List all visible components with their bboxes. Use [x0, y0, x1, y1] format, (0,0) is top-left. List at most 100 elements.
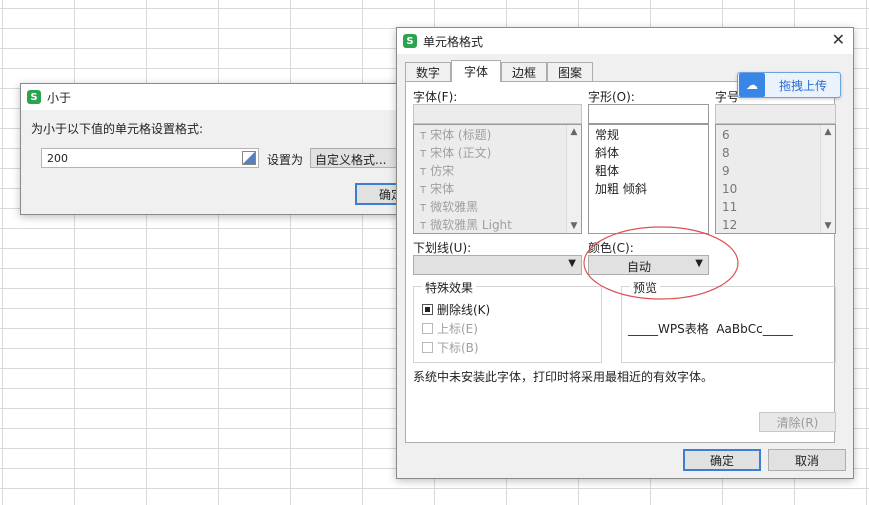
clear-button-label: 清除(R) — [776, 415, 819, 430]
format-select-value: 自定义格式... — [315, 153, 387, 167]
list-item[interactable]: 11 — [716, 198, 835, 216]
scroll-up-icon[interactable]: ▲ — [821, 125, 835, 139]
truetype-font-icon: T — [420, 131, 427, 142]
format-cells-titlebar[interactable]: S 单元格格式 ✕ — [397, 28, 853, 54]
clear-button[interactable]: 清除(R) — [759, 412, 836, 432]
annotation-ellipse-shape — [583, 226, 739, 300]
font-label: 字体(F): — [413, 90, 458, 104]
less-than-dialog: S 小于 为小于以下值的单元格设置格式: 200 设置为 自定义格式... 确定 — [20, 83, 422, 215]
style-item-label: 加粗 倾斜 — [595, 182, 647, 196]
list-item[interactable]: 8 — [716, 144, 835, 162]
list-item[interactable]: T 宋体 (正文) — [414, 144, 581, 162]
strikethrough-checkbox[interactable]: 删除线(K) — [422, 301, 490, 318]
style-item-label: 常规 — [595, 128, 620, 142]
size-item-label: 6 — [722, 128, 730, 142]
underline-label: 下划线(U): — [413, 241, 472, 255]
effects-group-title: 特殊效果 — [422, 279, 477, 296]
font-size-input[interactable] — [715, 104, 836, 124]
size-item-label: 11 — [722, 200, 738, 214]
font-item-label: 微软雅黑 — [430, 200, 479, 214]
wps-app-icon: S — [403, 34, 417, 48]
size-list-scrollbar[interactable]: ▲ ▼ — [820, 125, 835, 233]
cancel-button[interactable]: 取消 — [768, 449, 846, 471]
wps-app-icon: S — [27, 90, 41, 104]
list-item[interactable]: 加粗 倾斜 — [589, 180, 708, 198]
font-size-label: 字号 — [715, 90, 740, 104]
scroll-down-icon[interactable]: ▼ — [567, 219, 581, 233]
tab-pattern[interactable]: 图案 — [547, 62, 593, 82]
close-icon[interactable]: ✕ — [832, 32, 845, 48]
checkbox-box[interactable] — [422, 323, 433, 334]
size-item-label: 8 — [722, 146, 730, 160]
value-input-text: 200 — [47, 152, 68, 165]
annotation-ellipse — [583, 226, 739, 300]
tab-number[interactable]: 数字 — [405, 62, 451, 82]
less-than-dialog-titlebar[interactable]: S 小于 — [21, 84, 421, 110]
truetype-font-icon: T — [420, 221, 427, 232]
cancel-button-label: 取消 — [794, 453, 819, 468]
list-item[interactable]: 6 — [716, 126, 835, 144]
font-item-label: 宋体 — [430, 182, 455, 196]
format-cells-title: 单元格格式 — [423, 34, 484, 49]
format-cells-dialog: S 单元格格式 ✕ 数字 字体 边框 图案 ☁ 拖拽上传 字体(F): 字形(O… — [396, 27, 854, 479]
tab-border-label: 边框 — [511, 66, 536, 80]
subscript-checkbox[interactable]: 下标(B) — [422, 339, 479, 356]
chevron-down-icon: ▼ — [568, 258, 576, 269]
font-item-label: 宋体 (标题) — [430, 128, 492, 142]
font-list-scrollbar[interactable]: ▲ ▼ — [566, 125, 581, 233]
superscript-label: 上标(E) — [437, 322, 478, 336]
strikethrough-label: 删除线(K) — [437, 303, 491, 317]
list-item[interactable]: 9 — [716, 162, 835, 180]
cloud-upload-icon: ☁ — [739, 73, 765, 97]
truetype-font-icon: T — [420, 185, 427, 196]
superscript-checkbox[interactable]: 上标(E) — [422, 320, 478, 337]
style-item-label: 粗体 — [595, 164, 620, 178]
font-list[interactable]: T 宋体 (标题) T 宋体 (正文) T 仿宋 T 宋体 T 微软雅黑 T 微软雅黑 Li… — [413, 124, 582, 234]
effects-group: 特殊效果 删除线(K) 上标(E) 下标(B) — [413, 279, 602, 363]
list-item[interactable]: T 宋体 (标题) — [414, 126, 581, 144]
list-item[interactable]: T 宋体 — [414, 180, 581, 198]
font-style-list[interactable]: 常规 斜体 粗体 加粗 倾斜 — [588, 124, 709, 234]
range-select-icon[interactable] — [242, 151, 256, 165]
style-item-label: 斜体 — [595, 146, 620, 160]
truetype-font-icon: T — [420, 167, 427, 178]
set-as-label: 设置为 — [267, 153, 304, 167]
underline-select[interactable]: ▼ — [413, 255, 582, 275]
list-item[interactable]: 粗体 — [589, 162, 708, 180]
subscript-label: 下标(B) — [437, 341, 479, 355]
font-item-label: 宋体 (正文) — [430, 146, 492, 160]
less-than-prompt: 为小于以下值的单元格设置格式: — [31, 122, 204, 136]
truetype-font-icon: T — [420, 149, 427, 160]
ok-button-label: 确定 — [709, 453, 734, 468]
list-item[interactable]: T 微软雅黑 — [414, 198, 581, 216]
scroll-down-icon[interactable]: ▼ — [821, 219, 835, 233]
ok-button[interactable]: 确定 — [683, 449, 761, 471]
size-item-label: 9 — [722, 164, 730, 178]
font-style-input[interactable] — [588, 104, 709, 124]
font-style-label: 字形(O): — [588, 90, 635, 104]
list-item[interactable]: T 仿宋 — [414, 162, 581, 180]
checkbox-box[interactable] — [422, 304, 433, 315]
font-item-label: 仿宋 — [430, 164, 455, 178]
preview-sample-text: _____WPS表格 AaBbCc_____ — [628, 322, 793, 336]
tab-font[interactable]: 字体 — [451, 60, 501, 82]
font-tab-panel: ☁ 拖拽上传 字体(F): 字形(O): 字号 T 宋体 (标题) T 宋体 (正文… — [405, 72, 841, 443]
drag-upload-button[interactable]: ☁ 拖拽上传 — [737, 72, 841, 98]
tab-border[interactable]: 边框 — [501, 62, 547, 82]
list-item[interactable]: 常规 — [589, 126, 708, 144]
font-not-installed-note: 系统中未安装此字体，打印时将采用最相近的有效字体。 — [413, 370, 714, 384]
drag-upload-label: 拖拽上传 — [779, 78, 828, 93]
tab-font-label: 字体 — [463, 65, 488, 79]
list-item[interactable]: 10 — [716, 180, 835, 198]
tab-pattern-label: 图案 — [557, 66, 582, 80]
font-item-label: 微软雅黑 Light — [430, 218, 512, 232]
font-name-input[interactable] — [413, 104, 582, 124]
list-item[interactable]: T 微软雅黑 Light — [414, 216, 581, 233]
font-size-list[interactable]: 6 8 9 10 11 12 ▲ ▼ — [715, 124, 836, 234]
checkbox-box[interactable] — [422, 342, 433, 353]
value-input[interactable]: 200 — [41, 148, 259, 168]
list-item[interactable]: 斜体 — [589, 144, 708, 162]
truetype-font-icon: T — [420, 203, 427, 214]
less-than-dialog-title: 小于 — [47, 90, 72, 105]
scroll-up-icon[interactable]: ▲ — [567, 125, 581, 139]
